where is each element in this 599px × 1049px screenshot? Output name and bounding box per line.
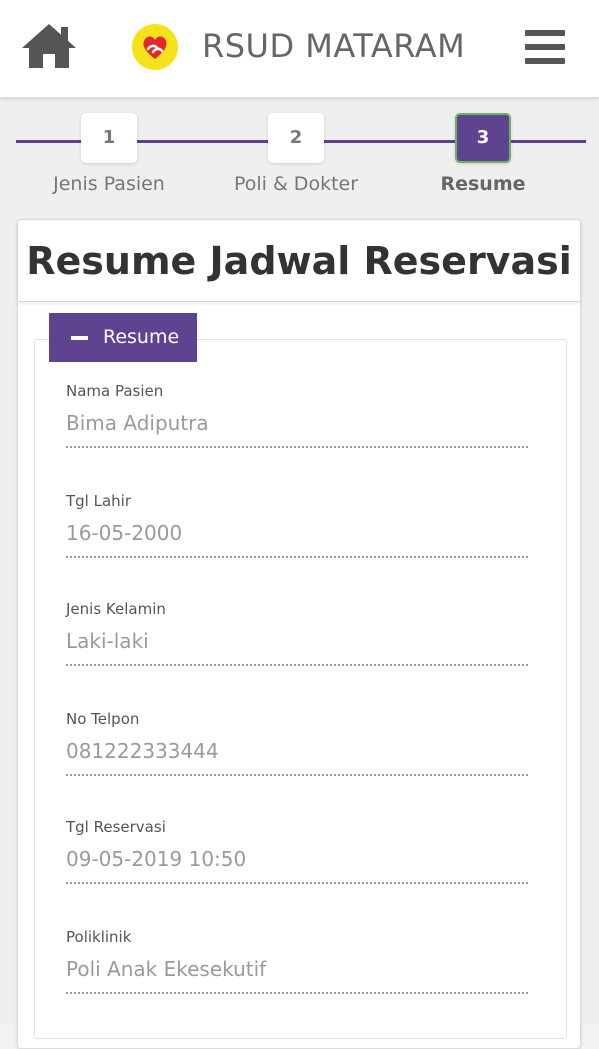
- reservation-stepper: 1 Jenis Pasien 2 Poli & Dokter 3 Resume: [0, 97, 599, 215]
- field-label: Tgl Lahir: [66, 492, 132, 510]
- hospital-logo: [131, 23, 179, 71]
- step-1-label: Jenis Pasien: [53, 173, 165, 195]
- field-no-telpon: No Telpon 081222333444: [66, 708, 528, 776]
- step-3-button[interactable]: 3: [455, 113, 511, 163]
- home-icon: [22, 24, 76, 68]
- field-value: 09-05-2019 10:50: [66, 844, 528, 884]
- field-poliklinik: Poliklinik Poli Anak Ekesekutif: [66, 926, 528, 994]
- field-value: 081222333444: [66, 736, 528, 776]
- field-nama-pasien: Nama Pasien Bima Adiputra: [66, 380, 528, 448]
- field-value: Poli Anak Ekesekutif: [66, 954, 528, 994]
- field-jenis-kelamin: Jenis Kelamin Laki-laki: [66, 598, 528, 666]
- step-3-label: Resume: [440, 173, 526, 195]
- field-value: 16-05-2000: [66, 518, 528, 558]
- resume-tab-label: Resume: [103, 326, 180, 348]
- app-header: RSUD MATARAM: [0, 0, 599, 97]
- page-title: Resume Jadwal Reservasi: [18, 220, 580, 302]
- menu-button[interactable]: [523, 27, 567, 67]
- field-label: No Telpon: [66, 710, 140, 728]
- field-label: Nama Pasien: [66, 382, 164, 400]
- hamburger-menu-icon: [525, 30, 565, 64]
- field-tgl-lahir: Tgl Lahir 16-05-2000: [66, 490, 528, 558]
- home-button[interactable]: [20, 22, 78, 70]
- field-label: Tgl Reservasi: [66, 818, 166, 836]
- step-2-button[interactable]: 2: [268, 113, 324, 163]
- field-label: Poliklinik: [66, 928, 132, 946]
- field-value: Bima Adiputra: [66, 408, 528, 448]
- minus-icon: [71, 336, 88, 340]
- field-value: Laki-laki: [66, 626, 528, 666]
- field-tgl-reservasi: Tgl Reservasi 09-05-2019 10:50: [66, 816, 528, 884]
- resume-collapse-toggle[interactable]: Resume: [49, 313, 197, 362]
- brand-title: RSUD MATARAM: [202, 27, 466, 65]
- field-label: Jenis Kelamin: [66, 600, 166, 618]
- step-2-label: Poli & Dokter: [233, 173, 359, 195]
- step-1-button[interactable]: 1: [81, 113, 137, 163]
